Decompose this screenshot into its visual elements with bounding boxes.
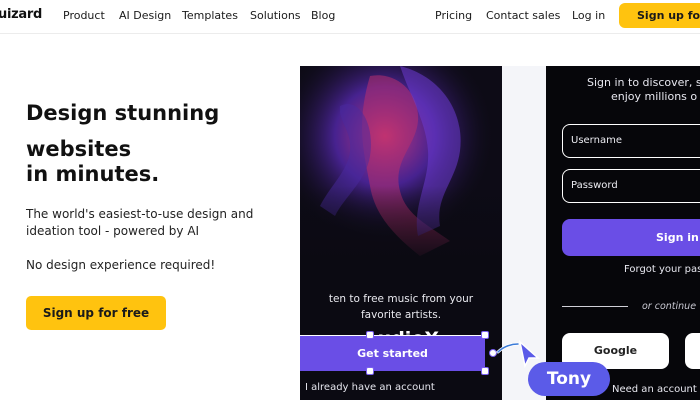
album-art-image bbox=[300, 66, 502, 266]
already-have-account-link[interactable]: I already have an account bbox=[305, 382, 505, 393]
hero-title-line-1: Design stunning bbox=[26, 101, 220, 125]
alt-signin-button[interactable] bbox=[685, 333, 700, 369]
logo[interactable]: uizard bbox=[0, 7, 42, 22]
nav-link-product[interactable]: Product bbox=[63, 9, 105, 22]
divider-line bbox=[562, 306, 628, 307]
nav-link-contact-sales[interactable]: Contact sales bbox=[486, 9, 560, 22]
nav-link-pricing[interactable]: Pricing bbox=[435, 9, 472, 22]
hero-subtitle-line-2: ideation tool - powered by AI bbox=[26, 224, 200, 238]
password-field[interactable]: Password bbox=[562, 169, 700, 203]
username-field[interactable]: Username bbox=[562, 124, 700, 158]
nav-link-blog[interactable]: Blog bbox=[311, 9, 335, 22]
hero-subtitle-line-1: The world's easiest-to-use design and bbox=[26, 207, 254, 221]
app-subtitle-line-2: favorite artists. bbox=[360, 309, 442, 321]
signin-heading-line-2: enjoy millions o bbox=[611, 90, 698, 103]
hero-signup-button[interactable]: Sign up for free bbox=[26, 296, 166, 330]
selection-handle[interactable] bbox=[366, 331, 374, 339]
or-continue-text: or continue w bbox=[642, 301, 700, 312]
nav-link-templates[interactable]: Templates bbox=[182, 9, 238, 22]
selection-handle[interactable] bbox=[481, 331, 489, 339]
forgot-password-link[interactable]: Forgot your pas bbox=[624, 264, 700, 275]
nav-link-log-in[interactable]: Log in bbox=[572, 9, 605, 22]
selection-handle[interactable] bbox=[366, 367, 374, 375]
hero-title-line-2: websites bbox=[26, 137, 132, 161]
hero-title-line-3: in minutes. bbox=[26, 162, 160, 186]
signin-mockup: Sign in to discover, s enjoy millions o … bbox=[546, 66, 700, 400]
selection-handle[interactable] bbox=[481, 367, 489, 375]
app-subtitle-line-1: ten to free music from your bbox=[328, 293, 474, 305]
nav-link-solutions[interactable]: Solutions bbox=[250, 9, 301, 22]
collaborator-name-tag: Tony bbox=[528, 362, 610, 396]
signin-button[interactable]: Sign in bbox=[562, 219, 700, 256]
hero-note: No design experience required! bbox=[26, 258, 216, 272]
nav-signup-button[interactable]: Sign up for free bbox=[619, 3, 700, 28]
signin-heading-line-1: Sign in to discover, s bbox=[587, 76, 700, 89]
top-nav: uizard Product AI Design Templates Solut… bbox=[0, 0, 700, 34]
get-started-button[interactable]: Get started bbox=[300, 336, 485, 371]
need-account-text[interactable]: Need an account bbox=[612, 384, 697, 395]
nav-link-ai-design[interactable]: AI Design bbox=[119, 9, 171, 22]
selection-outline bbox=[300, 335, 486, 336]
